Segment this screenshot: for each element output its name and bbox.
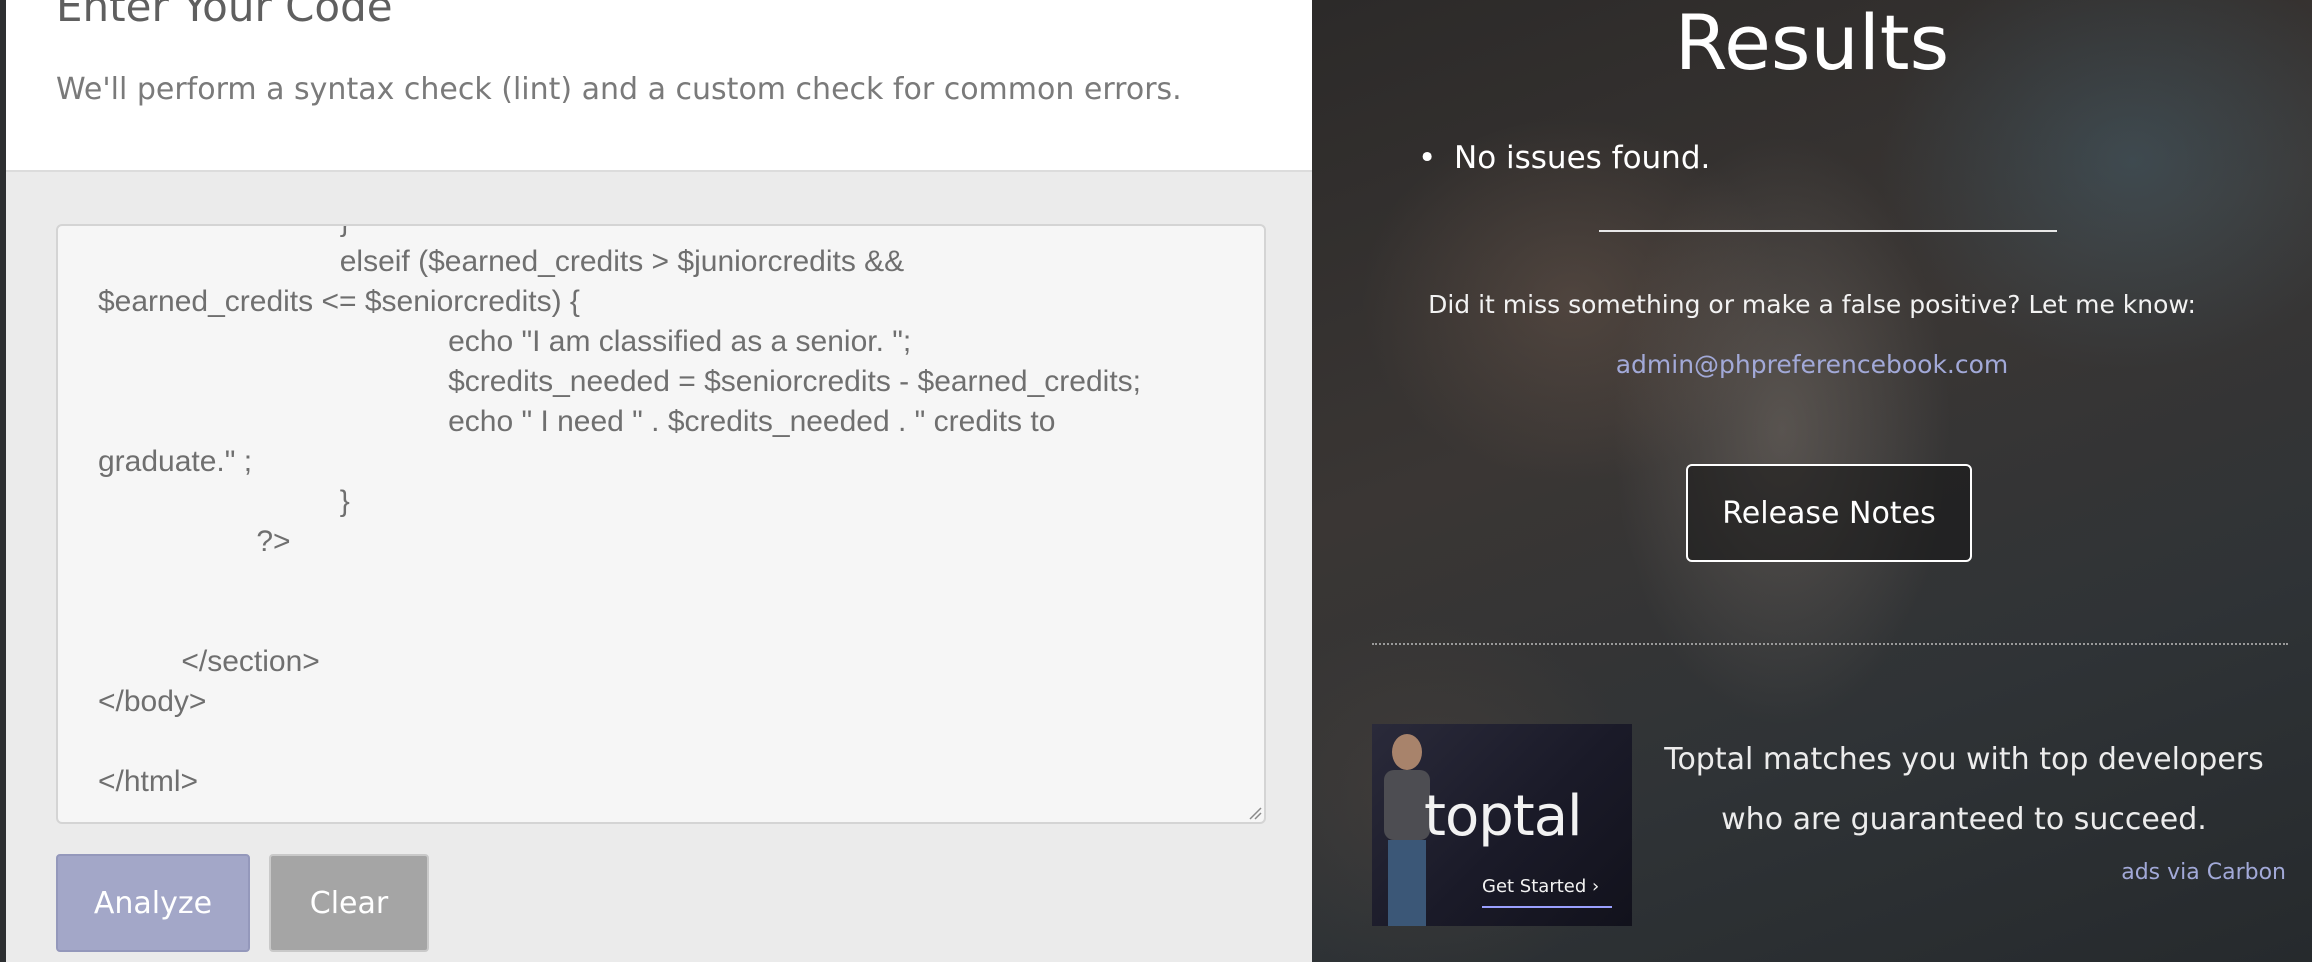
resize-grip-icon[interactable] xyxy=(1246,804,1262,820)
results-title: Results xyxy=(1674,0,1950,87)
toptal-logo: toptal xyxy=(1424,784,1583,849)
code-line: echo " I need " . $credits_needed . " cr… xyxy=(98,405,1056,438)
results-panel: Results No issues found. Did it miss som… xyxy=(1312,0,2312,962)
code-line: } xyxy=(98,226,1208,242)
code-content: } elseif ($earned_credits > $juniorcredi… xyxy=(58,226,1264,802)
code-line: </section> xyxy=(98,645,320,678)
code-line: $credits_needed = $seniorcredits - $earn… xyxy=(98,365,1141,398)
code-input-panel: Enter Your Code We'll perform a syntax c… xyxy=(0,0,1312,962)
code-line: graduate." ; xyxy=(98,445,253,478)
ad-cta-underline xyxy=(1482,906,1612,908)
clear-button[interactable]: Clear xyxy=(269,854,429,952)
ads-via-carbon-link[interactable]: ads via Carbon xyxy=(2121,860,2286,885)
code-line: echo "I am classified as a senior. "; xyxy=(98,325,912,358)
code-line: </body> xyxy=(98,685,207,718)
analyze-button[interactable]: Analyze xyxy=(56,854,250,952)
contact-email-link[interactable]: admin@phpreferencebook.com xyxy=(1312,350,2312,379)
code-line: $earned_credits <= $seniorcredits) { xyxy=(98,285,580,318)
ad-image[interactable]: toptal Get Started › xyxy=(1372,724,1632,926)
release-notes-button[interactable]: Release Notes xyxy=(1686,464,1972,562)
feedback-text: Did it miss something or make a false po… xyxy=(1428,290,2196,319)
ad-cta-text: Get Started › xyxy=(1482,876,1600,897)
results-divider xyxy=(1599,230,2057,232)
code-line: ?> xyxy=(98,525,291,558)
code-textarea[interactable]: } elseif ($earned_credits > $juniorcredi… xyxy=(56,224,1266,824)
result-item: No issues found. xyxy=(1454,140,1710,176)
section-divider xyxy=(1372,643,2288,645)
code-input-header: Enter Your Code We'll perform a syntax c… xyxy=(6,0,1312,172)
code-line: </html> xyxy=(98,765,199,798)
code-line: elseif ($earned_credits > $juniorcredits… xyxy=(98,245,905,278)
page-subtitle: We'll perform a syntax check (lint) and … xyxy=(56,72,1182,107)
page-title: Enter Your Code xyxy=(56,0,393,31)
code-line: } xyxy=(98,485,350,518)
results-list: No issues found. xyxy=(1418,140,1710,176)
ad-text[interactable]: Toptal matches you with top developers w… xyxy=(1642,730,2286,850)
